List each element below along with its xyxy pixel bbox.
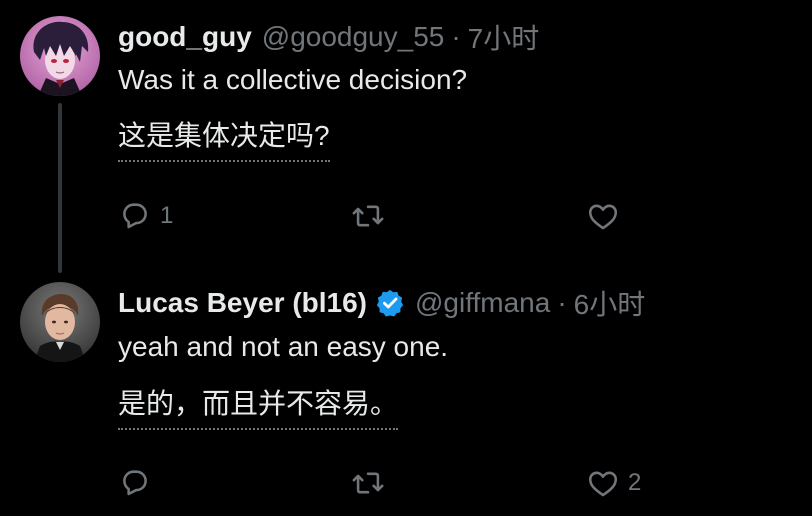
user-handle[interactable]: @giffmana xyxy=(415,287,550,319)
tweet-actions: 1 xyxy=(118,196,678,236)
timestamp[interactable]: 7小时 xyxy=(468,17,540,57)
reply-count: 1 xyxy=(160,202,174,229)
verified-badge-icon[interactable] xyxy=(375,288,405,318)
like-button[interactable] xyxy=(586,196,628,236)
reply-icon xyxy=(123,203,147,229)
like-button[interactable]: 2 xyxy=(586,463,641,503)
separator-dot: · xyxy=(451,21,461,52)
tweet-translation[interactable]: 是的，而且并不容易。 xyxy=(118,386,399,430)
tweet-header: Lucas Beyer (bl16) @giffmana · 6小时 xyxy=(118,283,645,323)
like-count: 2 xyxy=(628,469,642,496)
retweet-icon xyxy=(352,472,384,494)
retweet-button[interactable] xyxy=(351,196,393,236)
reply-icon xyxy=(123,470,147,496)
user-handle[interactable]: @goodguy_55 xyxy=(262,21,445,53)
reply-button[interactable] xyxy=(118,463,160,503)
retweet-icon xyxy=(352,205,384,227)
tweet-actions: 2 xyxy=(118,463,678,503)
separator-dot: · xyxy=(557,287,567,318)
tweet-good-guy[interactable]: good_guy @goodguy_55 · 7小时 Was it a coll… xyxy=(0,0,812,270)
tweet-header: good_guy @goodguy_55 · 7小时 xyxy=(118,17,539,57)
avatar[interactable] xyxy=(20,282,100,362)
tweet-text: yeah and not an easy one. xyxy=(118,331,449,362)
tweet-translation[interactable]: 这是集体决定吗? xyxy=(118,118,330,162)
display-name[interactable]: Lucas Beyer (bl16) xyxy=(118,287,367,319)
profile-photo-avatar-image xyxy=(20,282,100,362)
retweet-button[interactable] xyxy=(351,463,393,503)
tweet-text: Was it a collective decision? xyxy=(118,64,468,95)
reply-button[interactable]: 1 xyxy=(118,196,173,236)
heart-icon xyxy=(588,471,618,497)
display-name[interactable]: good_guy xyxy=(118,21,252,53)
tweet-lucas-beyer[interactable]: Lucas Beyer (bl16) @giffmana · 6小时 yeah … xyxy=(0,270,812,516)
avatar[interactable] xyxy=(20,16,100,96)
anime-character-avatar-image xyxy=(20,16,100,96)
heart-icon xyxy=(588,204,618,230)
timestamp[interactable]: 6小时 xyxy=(574,283,646,323)
